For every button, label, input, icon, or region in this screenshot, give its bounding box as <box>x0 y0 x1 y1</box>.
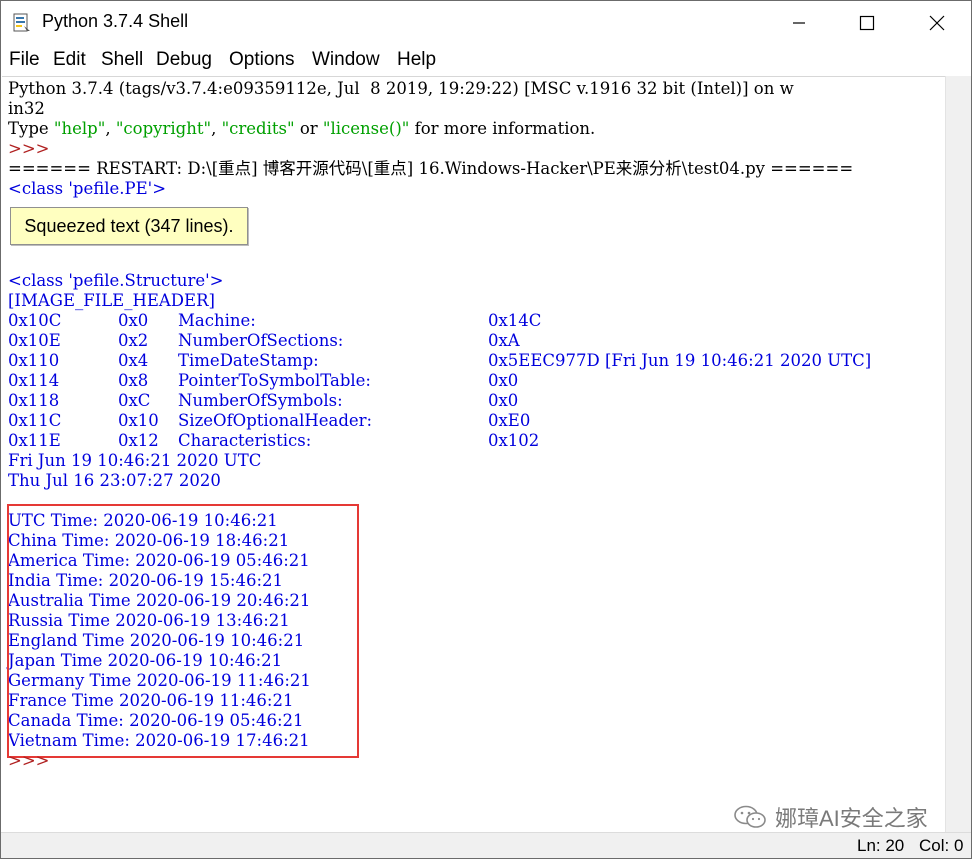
menu-window[interactable]: Window <box>312 49 380 71</box>
close-button[interactable] <box>909 1 965 45</box>
row-value: 0x5EEC977D [Fri Jun 19 10:46:21 2020 UTC… <box>488 351 872 370</box>
watermark: 娜璋AI安全之家 <box>733 801 928 833</box>
row-value: 0xA <box>488 331 520 350</box>
class-pe-output: <class 'pefile.PE'> <box>8 179 167 198</box>
row-field: PointerToSymbolTable: <box>178 371 371 390</box>
help-line: Type "help", "copyright", "credits" or "… <box>8 119 595 139</box>
banner-line-2: in32 <box>8 99 45 118</box>
row-value: 0x0 <box>488 371 519 390</box>
minimize-icon <box>793 22 805 24</box>
row-field: TimeDateStamp: <box>178 351 319 370</box>
row-value: 0x0 <box>488 391 519 410</box>
row-offset: 0x10 <box>118 411 159 430</box>
help-string-copyright: "copyright" <box>115 119 212 138</box>
close-icon <box>929 15 945 31</box>
row-addr: 0x114 <box>8 371 60 390</box>
maximize-button[interactable] <box>839 1 895 45</box>
maximize-icon <box>859 15 875 31</box>
red-highlight-box <box>7 504 359 758</box>
header-row: 0x118 0xC NumberOfSymbols: 0x0 <box>8 391 938 411</box>
menu-debug[interactable]: Debug <box>156 49 212 71</box>
row-field: Machine: <box>178 311 256 330</box>
header-row: 0x10E 0x2 NumberOfSections: 0xA <box>8 331 938 351</box>
row-field: NumberOfSections: <box>178 331 344 350</box>
menu-edit[interactable]: Edit <box>53 49 86 71</box>
row-addr: 0x110 <box>8 351 60 370</box>
row-value: 0x14C <box>488 311 542 330</box>
row-addr: 0x11E <box>8 431 61 450</box>
window-title: Python 3.7.4 Shell <box>42 11 189 31</box>
help-comma-1: , <box>105 119 116 138</box>
watermark-text: 娜璋AI安全之家 <box>775 806 928 831</box>
row-offset: 0x8 <box>118 371 149 390</box>
header-row: 0x11E 0x12 Characteristics: 0x102 <box>8 431 938 451</box>
header-row: 0x10C 0x0 Machine: 0x14C <box>8 311 938 331</box>
help-or: or <box>294 119 323 138</box>
header-row: 0x11C 0x10 SizeOfOptionalHeader: 0xE0 <box>8 411 938 431</box>
menu-file[interactable]: File <box>9 49 40 71</box>
squeezed-text-button[interactable]: Squeezed text (347 lines). <box>10 207 248 245</box>
shell-text-area[interactable]: Python 3.7.4 (tags/v3.7.4:e09359112e, Ju… <box>2 76 945 833</box>
menu-bar: File Edit Shell Debug Options Window Hel… <box>1 45 971 75</box>
header-row: 0x114 0x8 PointerToSymbolTable: 0x0 <box>8 371 938 391</box>
menu-options[interactable]: Options <box>229 49 294 71</box>
header-row: 0x110 0x4 TimeDateStamp: 0x5EEC977D [Fri… <box>8 351 938 371</box>
row-value: 0xE0 <box>488 411 531 430</box>
row-value: 0x102 <box>488 431 540 450</box>
help-suffix: for more information. <box>409 119 596 138</box>
menu-help[interactable]: Help <box>397 49 436 71</box>
help-string-help: "help" <box>53 119 106 138</box>
row-offset: 0x4 <box>118 351 149 370</box>
help-string-credits: "credits" <box>221 119 295 138</box>
python-idle-icon <box>13 13 30 32</box>
row-field: NumberOfSymbols: <box>178 391 343 410</box>
restart-line: ====== RESTART: D:\[重点] 博客开源代码\[重点] 16.W… <box>8 159 854 178</box>
row-offset: 0x0 <box>118 311 149 330</box>
status-bar: Ln: 20 Col: 0 <box>1 832 971 858</box>
row-addr: 0x10C <box>8 311 62 330</box>
section-header: [IMAGE_FILE_HEADER] <box>8 291 215 310</box>
minimize-button[interactable] <box>771 1 827 45</box>
date-output-2: Thu Jul 16 23:07:27 2020 <box>8 471 221 490</box>
idle-shell-window: Python 3.7.4 Shell File Edit Shell Debug… <box>0 0 972 859</box>
class-structure-output: <class 'pefile.Structure'> <box>8 271 224 290</box>
row-field: Characteristics: <box>178 431 312 450</box>
row-field: SizeOfOptionalHeader: <box>178 411 373 430</box>
row-addr: 0x11C <box>8 411 62 430</box>
help-string-license: "license()" <box>322 119 410 138</box>
date-output-1: Fri Jun 19 10:46:21 2020 UTC <box>8 451 262 470</box>
title-bar[interactable]: Python 3.7.4 Shell <box>1 1 971 45</box>
menu-shell[interactable]: Shell <box>101 49 143 71</box>
status-line: Ln: 20 <box>857 836 905 855</box>
row-offset: 0xC <box>118 391 151 410</box>
status-col: Col: 0 <box>919 836 964 855</box>
help-comma-2: , <box>211 119 222 138</box>
vertical-scrollbar[interactable] <box>945 76 971 832</box>
row-addr: 0x118 <box>8 391 60 410</box>
help-prefix: Type <box>8 119 54 138</box>
prompt-1: >>> <box>8 139 50 158</box>
row-offset: 0x12 <box>118 431 159 450</box>
banner-line-1: Python 3.7.4 (tags/v3.7.4:e09359112e, Ju… <box>8 79 794 98</box>
prompt-2: >>> <box>8 751 50 770</box>
wechat-icon <box>734 805 766 828</box>
row-offset: 0x2 <box>118 331 149 350</box>
row-addr: 0x10E <box>8 331 61 350</box>
